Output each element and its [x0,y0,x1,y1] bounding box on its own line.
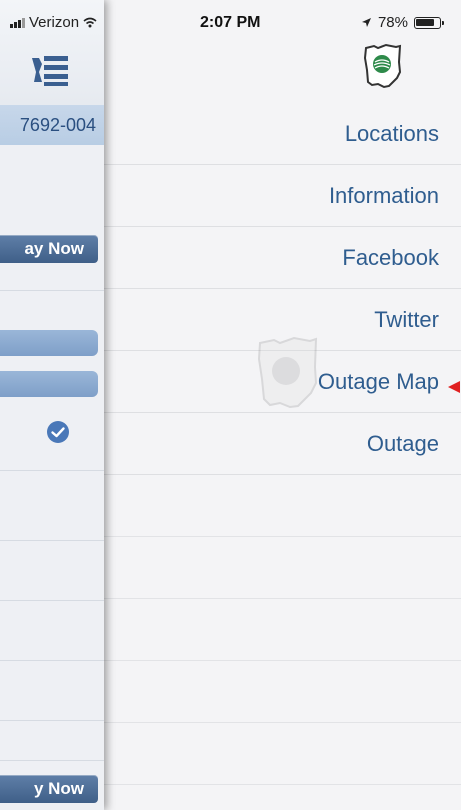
section-bar [0,330,98,356]
divider [0,290,104,291]
empty-row [104,475,461,537]
red-pointer-arrow-icon [448,381,460,393]
menu-item-information[interactable]: Information [104,165,461,227]
empty-row [104,723,461,785]
status-carrier: Verizon [10,14,97,31]
empty-row [104,537,461,599]
battery-icon [414,16,444,29]
menu-list-icon[interactable] [30,52,70,88]
divider [0,660,104,661]
divider [0,760,104,761]
menu-item-outage[interactable]: Outage [104,413,461,475]
section-bar [0,371,98,397]
menu-list: Locations Information Facebook Twitter O… [104,103,461,785]
status-time: 2:07 PM [200,14,261,31]
empty-row [104,661,461,723]
empty-row [104,599,461,661]
watermark-logo-icon [257,336,318,409]
main-app-panel[interactable]: Verizon 7692-004 ay Now y Now [0,0,104,810]
ohio-logo-icon[interactable] [362,42,404,90]
pay-now-button[interactable]: ay Now [0,235,98,263]
status-right: 78% [361,14,444,31]
account-number: 7692-004 [0,105,104,145]
slide-menu: 2:07 PM 78% Locations Information Facebo… [104,0,461,810]
check-circle-icon[interactable] [46,420,70,444]
location-arrow-icon [361,17,372,28]
menu-item-locations[interactable]: Locations [104,103,461,165]
app-header: Verizon [0,0,104,105]
divider [0,470,104,471]
signal-icon [10,17,25,28]
wifi-icon [83,17,97,28]
pay-now-button[interactable]: y Now [0,775,98,803]
divider [0,720,104,721]
battery-percent: 78% [377,14,408,31]
divider [0,540,104,541]
carrier-label: Verizon [29,14,80,31]
divider [0,600,104,601]
menu-item-facebook[interactable]: Facebook [104,227,461,289]
menu-header: 2:07 PM 78% [104,0,461,103]
